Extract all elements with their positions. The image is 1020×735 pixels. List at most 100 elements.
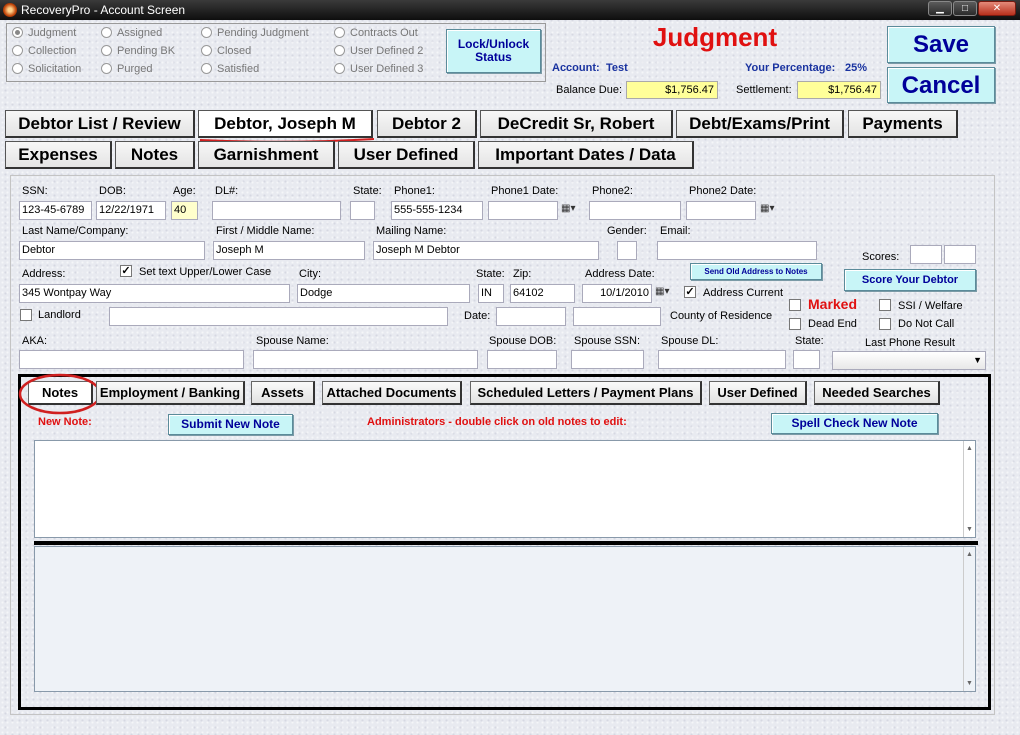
- gender-field[interactable]: [617, 241, 637, 260]
- address-date-label: Address Date:: [585, 268, 655, 280]
- score-your-debtor-button[interactable]: Score Your Debtor: [844, 269, 976, 291]
- address-date-field[interactable]: 10/1/2010: [582, 284, 652, 303]
- subtab-attached-documents[interactable]: Attached Documents: [322, 381, 462, 405]
- spouse-dob-field[interactable]: [487, 350, 557, 369]
- send-old-address-button[interactable]: Send Old Address to Notes: [690, 263, 822, 280]
- tab-payments[interactable]: Payments: [848, 110, 958, 138]
- address-current-checkbox[interactable]: ✓: [684, 286, 696, 298]
- cancel-button[interactable]: Cancel: [887, 67, 995, 103]
- subtab-needed-searches[interactable]: Needed Searches: [814, 381, 940, 405]
- scrollbar[interactable]: ▲ ▼: [963, 547, 975, 691]
- landlord-checkbox[interactable]: [20, 309, 32, 321]
- status-radio-pending-judgment[interactable]: Pending Judgment: [201, 25, 309, 41]
- tab-debtor-2[interactable]: Debtor 2: [377, 110, 477, 138]
- status-radio-satisfied[interactable]: Satisfied: [201, 61, 259, 77]
- last-phone-result-select[interactable]: ▼: [832, 351, 986, 370]
- tab-debtor-joseph-m[interactable]: Debtor, Joseph M: [198, 110, 373, 138]
- radio-dot: [12, 45, 23, 56]
- calendar-dropdown-icon[interactable]: ▦▾: [561, 203, 575, 214]
- subtab-employment-banking[interactable]: Employment / Banking: [96, 381, 245, 405]
- do-not-call-checkbox[interactable]: [879, 318, 891, 330]
- maximize-button[interactable]: □: [953, 1, 977, 16]
- new-note-label: New Note:: [38, 416, 92, 428]
- dl-field[interactable]: [212, 201, 341, 220]
- landlord-field[interactable]: [109, 307, 448, 326]
- scrollbar[interactable]: ▲ ▼: [963, 441, 975, 537]
- status-radio-purged[interactable]: Purged: [101, 61, 152, 77]
- tab-user-defined[interactable]: User Defined: [338, 141, 475, 169]
- county-field[interactable]: [573, 307, 661, 326]
- scroll-up-icon[interactable]: ▲: [964, 551, 975, 558]
- tab-garnishment[interactable]: Garnishment: [198, 141, 335, 169]
- spouse-name-field[interactable]: [253, 350, 478, 369]
- status-radio-solicitation[interactable]: Solicitation: [12, 61, 81, 77]
- state-field[interactable]: IN: [478, 284, 504, 303]
- do-not-call-label: Do Not Call: [898, 318, 955, 330]
- tab-decredit-sr-robert[interactable]: DeCredit Sr, Robert: [480, 110, 673, 138]
- save-button[interactable]: Save: [887, 26, 995, 63]
- score-field-1[interactable]: [910, 245, 942, 264]
- scroll-up-icon[interactable]: ▲: [964, 445, 975, 452]
- spell-check-button[interactable]: Spell Check New Note: [771, 413, 938, 434]
- city-field[interactable]: Dodge: [297, 284, 470, 303]
- landlord-date-field[interactable]: [496, 307, 566, 326]
- status-radio-pending-bk[interactable]: Pending BK: [101, 43, 175, 59]
- first-name-field[interactable]: Joseph M: [213, 241, 365, 260]
- old-notes-list[interactable]: ▲ ▼: [34, 546, 976, 692]
- dl-state-field[interactable]: [350, 201, 375, 220]
- calendar-dropdown-icon[interactable]: ▦▾: [760, 203, 774, 214]
- ssn-field[interactable]: 123-45-6789: [19, 201, 92, 220]
- dead-end-checkbox[interactable]: [789, 318, 801, 330]
- phone1-field[interactable]: 555-555-1234: [391, 201, 483, 220]
- status-radio-assigned[interactable]: Assigned: [101, 25, 162, 41]
- phone2-date-field[interactable]: [686, 201, 756, 220]
- chevron-down-icon: ▼: [973, 355, 982, 365]
- status-radio-closed[interactable]: Closed: [201, 43, 251, 59]
- score-field-2[interactable]: [944, 245, 976, 264]
- submit-new-note-button[interactable]: Submit New Note: [168, 414, 293, 435]
- status-radio-contracts-out[interactable]: Contracts Out: [334, 25, 418, 41]
- tab-notes[interactable]: Notes: [115, 141, 195, 169]
- settlement-field[interactable]: $1,756.47: [797, 81, 881, 99]
- radio-dot: [12, 63, 23, 74]
- dl-state-label: State:: [353, 185, 382, 197]
- aka-field[interactable]: [19, 350, 244, 369]
- tab-expenses[interactable]: Expenses: [5, 141, 112, 169]
- tab-important-dates-data[interactable]: Important Dates / Data: [478, 141, 694, 169]
- lock-unlock-status-button[interactable]: Lock/Unlock Status: [446, 29, 541, 73]
- tab-debtor-list-review[interactable]: Debtor List / Review: [5, 110, 195, 138]
- set-text-case-checkbox[interactable]: ✓: [120, 265, 132, 277]
- landlord-label: Landlord: [38, 309, 81, 321]
- scroll-down-icon[interactable]: ▼: [964, 526, 975, 533]
- subtab-user-defined[interactable]: User Defined: [709, 381, 807, 405]
- minimize-button[interactable]: ▁: [928, 1, 952, 16]
- settlement-label: Settlement:: [736, 84, 792, 96]
- spouse-ssn-field[interactable]: [571, 350, 644, 369]
- phone1-date-field[interactable]: [488, 201, 558, 220]
- spouse-state-field[interactable]: [793, 350, 820, 369]
- account-label: Account:: [552, 62, 600, 74]
- new-note-textarea[interactable]: ▲ ▼: [34, 440, 976, 538]
- close-button[interactable]: ✕: [978, 1, 1016, 16]
- last-name-field[interactable]: Debtor: [19, 241, 205, 260]
- status-radio-judgment[interactable]: Judgment: [12, 25, 76, 41]
- scroll-down-icon[interactable]: ▼: [964, 680, 975, 687]
- tab-debt-exams-print[interactable]: Debt/Exams/Print: [676, 110, 844, 138]
- age-field: 40: [171, 201, 198, 220]
- status-radio-user-defined-3[interactable]: User Defined 3: [334, 61, 423, 77]
- status-radio-collection[interactable]: Collection: [12, 43, 76, 59]
- subtab-scheduled-letters[interactable]: Scheduled Letters / Payment Plans: [470, 381, 702, 405]
- ssi-welfare-checkbox[interactable]: [879, 299, 891, 311]
- email-field[interactable]: [657, 241, 817, 260]
- dob-field[interactable]: 12/22/1971: [96, 201, 166, 220]
- status-radio-user-defined-2[interactable]: User Defined 2: [334, 43, 423, 59]
- subtab-assets[interactable]: Assets: [251, 381, 315, 405]
- address-field[interactable]: 345 Wontpay Way: [19, 284, 290, 303]
- calendar-dropdown-icon[interactable]: ▦▾: [655, 286, 669, 297]
- spouse-dl-field[interactable]: [658, 350, 786, 369]
- zip-field[interactable]: 64102: [510, 284, 575, 303]
- marked-checkbox[interactable]: [789, 299, 801, 311]
- balance-due-field[interactable]: $1,756.47: [626, 81, 718, 99]
- phone2-field[interactable]: [589, 201, 681, 220]
- mailing-name-field[interactable]: Joseph M Debtor: [373, 241, 599, 260]
